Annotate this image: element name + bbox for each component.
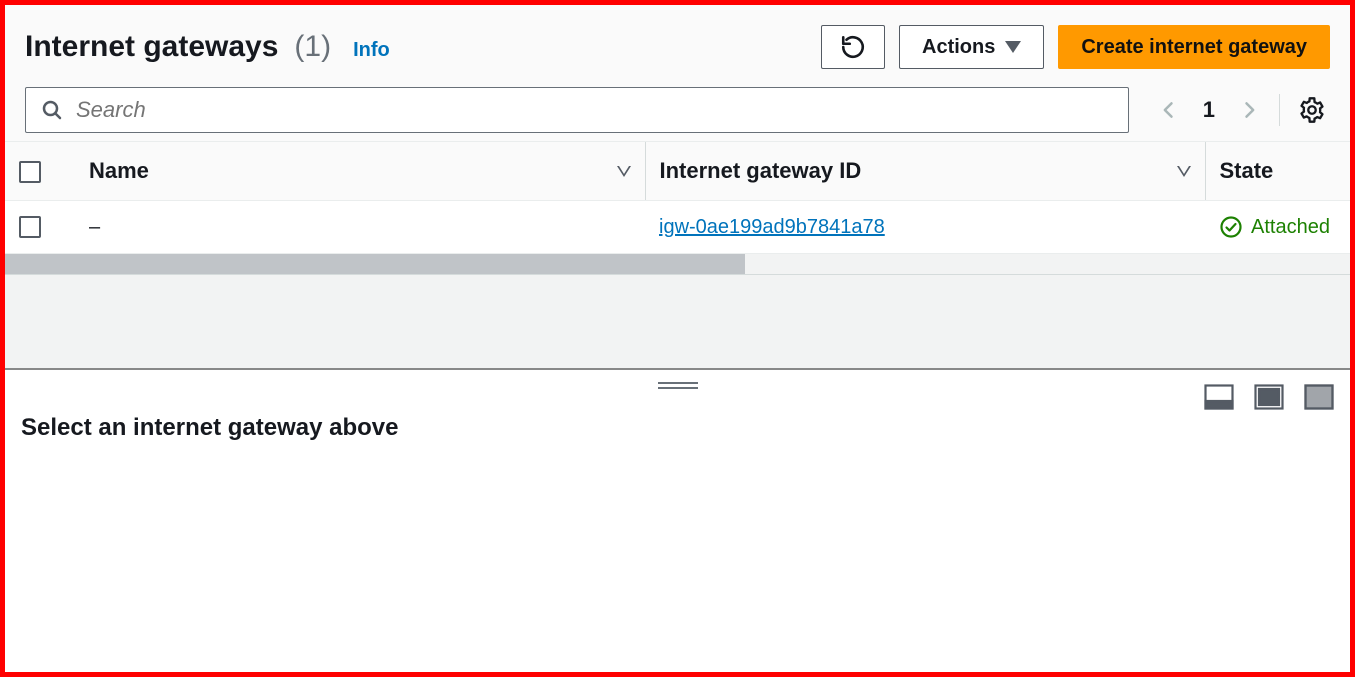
column-header-igw-id-label: Internet gateway ID <box>660 158 862 184</box>
horizontal-scrollbar-thumb[interactable] <box>5 254 745 274</box>
caret-down-icon <box>1005 41 1021 53</box>
sort-icon <box>1177 166 1191 177</box>
panel-layout-split-button[interactable] <box>1254 384 1284 410</box>
panel-gap <box>5 274 1350 370</box>
column-header-state[interactable]: State <box>1220 158 1351 184</box>
panel-layout-full-button[interactable] <box>1304 384 1334 410</box>
actions-dropdown-button[interactable]: Actions <box>899 25 1044 69</box>
row-igw-id-link[interactable]: igw-0ae199ad9b7841a78 <box>659 216 885 238</box>
divider <box>1279 94 1280 126</box>
status-attached-icon <box>1219 215 1243 239</box>
panel-resize-handle[interactable] <box>658 380 698 390</box>
create-internet-gateway-button[interactable]: Create internet gateway <box>1058 25 1330 69</box>
select-all-checkbox[interactable] <box>19 161 41 183</box>
page-title: Internet gateways <box>25 30 278 64</box>
row-select-checkbox[interactable] <box>19 216 41 238</box>
search-icon <box>40 98 64 122</box>
search-input[interactable] <box>74 96 1114 124</box>
refresh-button[interactable] <box>821 25 885 69</box>
sort-icon <box>617 166 631 177</box>
table-settings-button[interactable] <box>1294 92 1330 128</box>
column-header-state-label: State <box>1220 158 1274 184</box>
horizontal-scrollbar[interactable] <box>5 254 1350 274</box>
row-state: Attached <box>1219 215 1350 239</box>
column-header-igw-id[interactable]: Internet gateway ID <box>660 158 1191 184</box>
table-row[interactable]: – igw-0ae199ad9b7841a78 <box>5 201 1350 254</box>
details-panel: Select an internet gateway above <box>5 370 1350 672</box>
internet-gateways-table: Name Internet gateway ID State <box>5 142 1350 274</box>
next-page-button[interactable] <box>1233 90 1265 130</box>
actions-dropdown-label: Actions <box>922 36 995 59</box>
resource-count: (1) <box>294 30 331 64</box>
row-state-text: Attached <box>1251 216 1330 239</box>
search-box[interactable] <box>25 87 1129 133</box>
details-empty-message: Select an internet gateway above <box>21 414 1334 442</box>
prev-page-button[interactable] <box>1153 90 1185 130</box>
pagination: 1 <box>1143 90 1330 130</box>
column-header-name-label: Name <box>89 158 149 184</box>
column-header-name[interactable]: Name <box>89 158 631 184</box>
info-link[interactable]: Info <box>353 39 390 62</box>
create-internet-gateway-label: Create internet gateway <box>1081 36 1307 59</box>
page-number: 1 <box>1193 97 1225 123</box>
refresh-icon <box>840 34 866 60</box>
row-name: – <box>89 216 100 238</box>
panel-layout-bottom-button[interactable] <box>1204 384 1234 410</box>
